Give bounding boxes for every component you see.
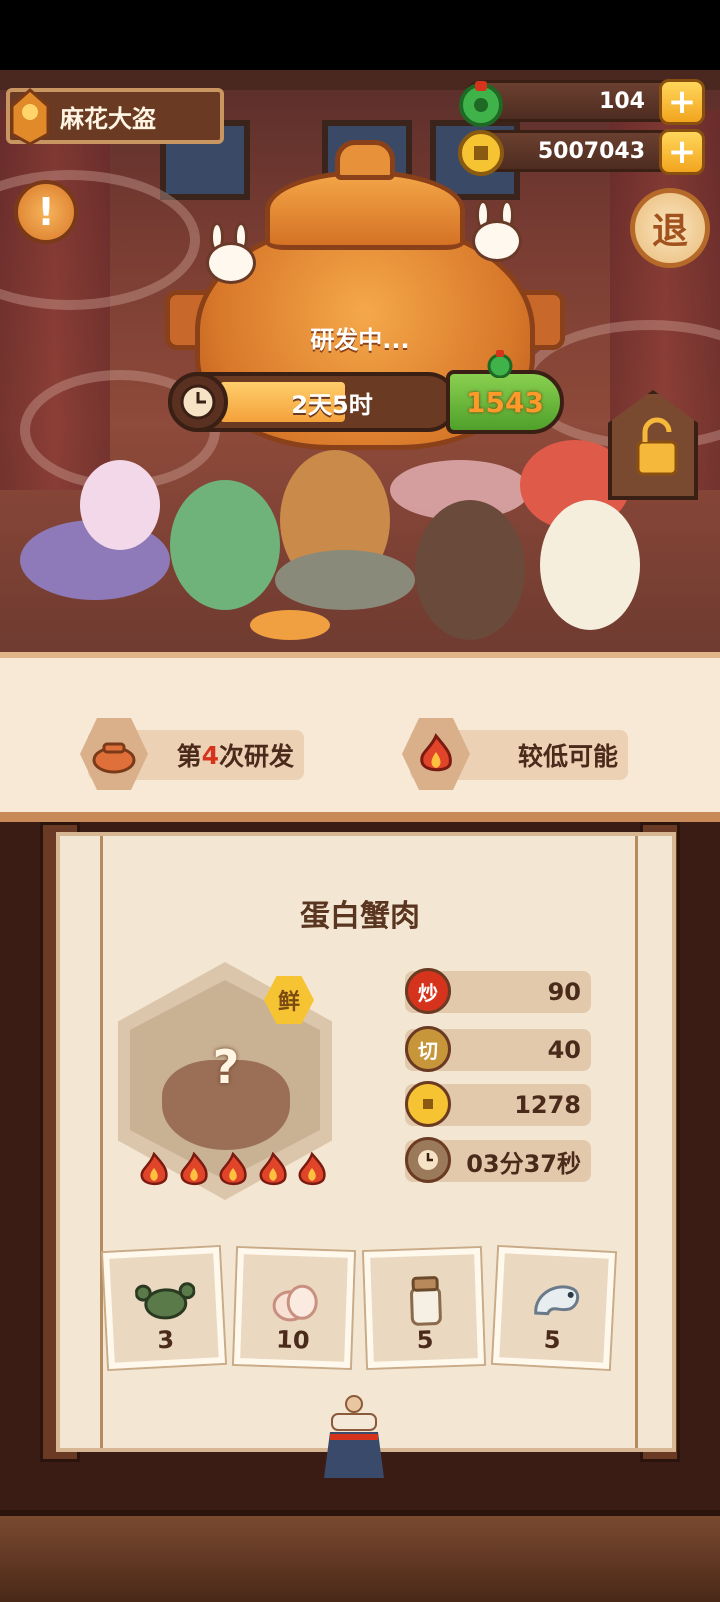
egg-icon [272,1284,318,1322]
cook-time-value: 03分37秒 [466,1149,581,1178]
player-name-plate[interactable]: 麻花大盗 [4,86,224,146]
attempt-number: 4 [201,740,219,770]
research-status: 研发中... [310,326,410,354]
flame-icon [180,1152,208,1186]
bunny-head [472,220,522,262]
pot-icon [80,718,148,790]
ingredient-slot[interactable]: 10 [234,1248,354,1368]
add-jade-button[interactable]: + [659,79,705,125]
ingredient-slot[interactable]: 5 [493,1247,615,1369]
attempt-suffix: 次研发 [218,742,294,771]
success-chance: 较低可能 [402,718,628,790]
pot-lid [265,170,465,250]
thief-avatar-icon [4,86,56,146]
player-name: 麻花大盗 [60,104,156,133]
difficulty-flames [138,1152,328,1188]
flame-icon [140,1152,168,1186]
bunny-head [206,242,256,284]
ingredient-count: 3 [156,1325,175,1355]
ingredient-count: 5 [543,1325,562,1355]
research-info-panel: 第 4 次研发 较低可能 [0,652,720,822]
brown-haired-chef [415,500,525,640]
exit-button[interactable]: 退 [630,188,710,268]
bottom-bar [0,1510,720,1602]
chance-text: 较低可能 [517,742,618,771]
tassel-ornament [324,1395,384,1478]
crab-icon [134,1282,196,1320]
jar-icon [410,1276,442,1326]
cut-value: 40 [547,1036,581,1064]
green-haired-chef [170,480,280,610]
jade-gem-icon [455,77,507,129]
kuromi-character [80,460,160,550]
clock-icon [168,372,228,432]
shrimp-icon [534,1285,580,1316]
attempt-prefix: 第 [176,742,202,771]
ingredient-slot[interactable]: 3 [103,1247,225,1369]
flame-icon [219,1152,247,1186]
dish-name: 蛋白蟹肉 [300,899,420,934]
jade-amount: 104 [599,88,645,114]
flame-icon [298,1152,326,1186]
research-timer: 2天5时 [168,372,458,432]
pot-knob [335,140,395,180]
ingredient-count: 10 [275,1325,311,1355]
bunny-helper [196,222,266,302]
chef-characters [20,440,700,640]
unknown-dish-mark: ? [212,1040,240,1094]
stone-seat [275,550,415,610]
cut-stat: 切 40 [405,1026,591,1072]
add-coins-button[interactable]: + [659,129,705,175]
cook-time-stat: 03分37秒 [405,1137,591,1183]
white-haired-chef [540,500,640,630]
clock-icon [405,1137,451,1183]
fruit-plate [250,610,330,640]
flame-icon [259,1152,287,1186]
price-stat: 1278 [405,1081,591,1127]
stir-fry-icon: 炒 [405,968,451,1014]
ingredient-slot[interactable]: 5 [364,1248,484,1368]
fire-icon [402,718,470,790]
stir-fry-stat: 炒 90 [405,968,591,1014]
alert-button[interactable]: ! [14,180,78,244]
stir-fry-value: 90 [547,978,581,1006]
jade-gem-icon [487,350,513,378]
coin-currency: 5007043 + [458,129,705,176]
time-remaining: 2天5时 [291,390,373,419]
jade-currency: 104 + [459,79,705,127]
cut-icon: 切 [405,1026,451,1072]
price-value: 1278 [514,1091,581,1119]
coin-icon [455,127,507,179]
ingredient-count: 5 [416,1325,434,1355]
speedup-button[interactable]: 1543 [446,350,564,434]
coin-icon [405,1081,451,1127]
coin-amount: 5007043 [537,138,645,164]
attempt-counter: 第 4 次研发 [80,718,304,790]
speedup-cost: 1543 [466,385,544,419]
bunny-helper [462,200,532,280]
